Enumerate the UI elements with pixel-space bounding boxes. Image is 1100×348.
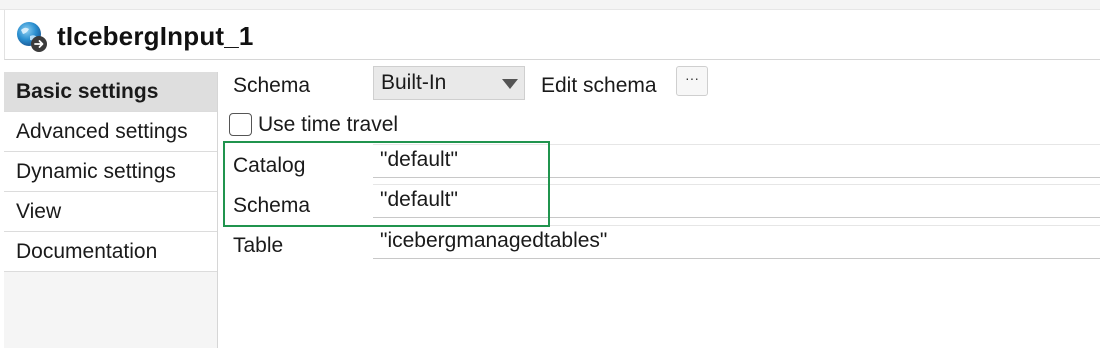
sidebar-item-view[interactable]: View bbox=[4, 192, 217, 232]
table-label: Table bbox=[233, 234, 284, 257]
sidebar-item-documentation[interactable]: Documentation bbox=[4, 232, 217, 272]
catalog-field[interactable]: "default" bbox=[373, 144, 1100, 178]
edit-schema-label: Edit schema bbox=[541, 74, 657, 97]
use-time-travel-label: Use time travel bbox=[258, 113, 399, 136]
schema-name-field[interactable]: "default" bbox=[373, 184, 1100, 218]
iceberg-component-icon bbox=[15, 20, 49, 54]
component-title: tIcebergInput_1 bbox=[57, 21, 254, 51]
catalog-label: Catalog bbox=[233, 154, 306, 177]
settings-sidebar: Basic settings Advanced settings Dynamic… bbox=[4, 72, 218, 348]
table-value: "icebergmanagedtables" bbox=[380, 229, 608, 252]
schema-label: Schema bbox=[233, 74, 311, 97]
basic-settings-panel: Schema Built-In Edit schema ··· Use time… bbox=[218, 60, 1100, 348]
schema-name-value: "default" bbox=[380, 188, 458, 211]
edit-schema-button[interactable]: ··· bbox=[676, 66, 708, 96]
schema-name-label: Schema bbox=[233, 194, 311, 217]
schema-type-dropdown[interactable]: Built-In bbox=[373, 66, 525, 100]
sidebar-item-advanced-settings[interactable]: Advanced settings bbox=[4, 112, 217, 152]
chevron-down-icon bbox=[502, 79, 518, 89]
sidebar-item-basic-settings[interactable]: Basic settings bbox=[4, 72, 217, 112]
sidebar-item-dynamic-settings[interactable]: Dynamic settings bbox=[4, 152, 217, 192]
table-field[interactable]: "icebergmanagedtables" bbox=[373, 225, 1100, 259]
component-title-bar: tIcebergInput_1 bbox=[4, 10, 1100, 60]
schema-type-value: Built-In bbox=[381, 71, 447, 94]
top-strip bbox=[0, 0, 1100, 10]
use-time-travel-checkbox[interactable] bbox=[229, 113, 252, 136]
catalog-value: "default" bbox=[380, 148, 458, 171]
